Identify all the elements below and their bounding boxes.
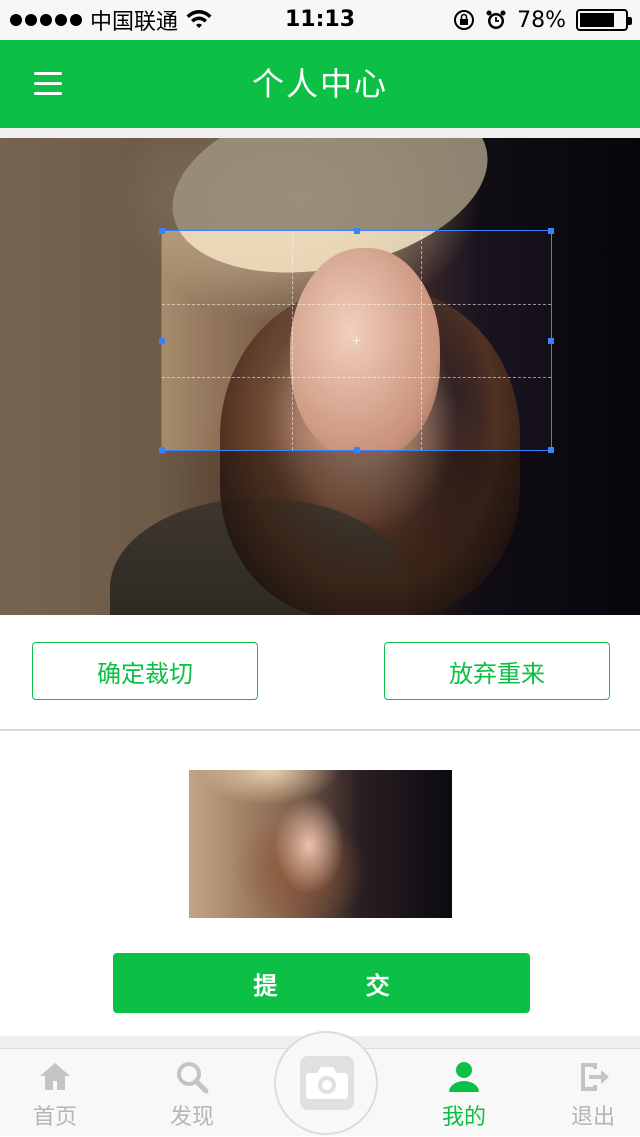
status-right: 78% [453,0,632,40]
tab-label: 退出 [570,1105,615,1130]
nav-bar: 个人中心 [0,40,640,128]
crop-handle-top[interactable] [353,228,360,234]
battery-percent: 78% [517,7,566,33]
alarm-icon [486,10,506,29]
cropped-preview-image [189,770,452,918]
crop-mask [552,138,640,615]
home-icon [40,1063,70,1090]
divider [0,128,640,138]
divider [0,729,640,731]
status-bar: 中国联通 11:13 78% [0,0,640,40]
page-title: 个人中心 [251,65,388,103]
crop-grid-line [291,231,293,450]
logout-icon [581,1063,609,1091]
crop-handle-bottom-left[interactable] [159,447,165,453]
crop-handle-bottom-right[interactable] [548,447,554,453]
crop-selection-box[interactable] [159,228,554,453]
rotation-lock-icon [454,10,475,30]
crop-grid-line [162,303,551,305]
battery-icon [576,9,632,31]
crop-mask [161,451,552,615]
reset-crop-button[interactable]: 放弃重来 [384,642,610,700]
tab-label: 首页 [32,1105,77,1130]
tab-label: 发现 [169,1105,214,1130]
tab-mine[interactable]: 我的 [409,1049,519,1137]
confirm-crop-button[interactable]: 确定裁切 [32,642,258,700]
camera-glyph [306,1067,348,1099]
search-icon [177,1062,209,1094]
tab-logout[interactable]: 退出 [538,1049,640,1137]
crop-grid-line [421,231,423,450]
camera-button[interactable] [274,1031,378,1135]
submit-button[interactable]: 提 交 [113,953,530,1013]
crop-grid-line [162,376,551,378]
crop-mask [161,138,552,230]
crop-handle-bottom[interactable] [353,447,360,453]
crop-handle-top-left[interactable] [159,228,165,234]
tab-discover[interactable]: 发现 [137,1049,247,1137]
crop-image-area[interactable] [0,138,640,615]
tab-label: 我的 [441,1105,486,1130]
crop-handle-right[interactable] [548,337,554,344]
tab-home[interactable]: 首页 [0,1049,110,1137]
crop-handle-left[interactable] [159,337,165,344]
user-icon [449,1062,479,1092]
crop-handle-top-right[interactable] [548,228,554,234]
camera-icon [300,1056,354,1110]
crop-mask [0,138,161,615]
crop-center-icon [352,336,361,345]
